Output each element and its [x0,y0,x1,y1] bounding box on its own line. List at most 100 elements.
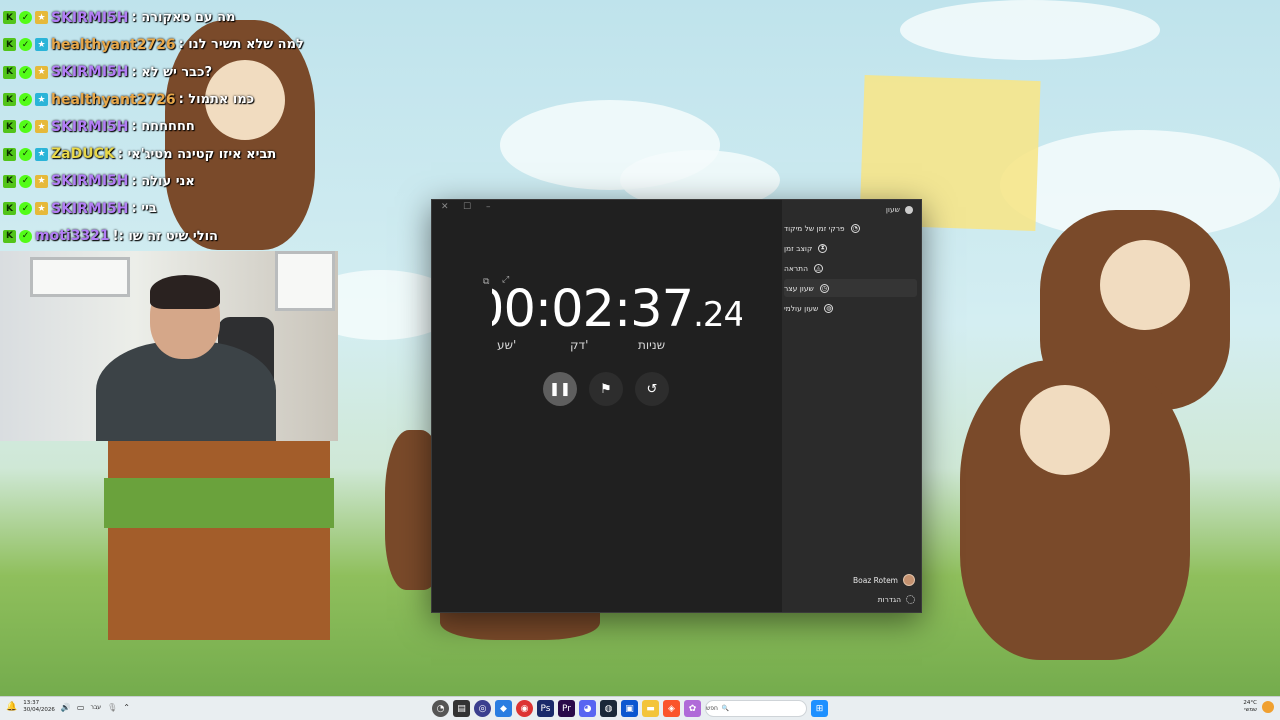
hourglass-icon: ⧗ [818,243,828,253]
flag-icon: ⚑ [600,381,612,397]
kick-badge-icon: K [3,120,16,134]
chevron-up-icon[interactable]: ⌃ [123,703,130,712]
settings-label: הגדרות [877,595,901,604]
app-icon-12[interactable]: ◈ [663,700,680,717]
verified-badge-icon: ✓ [19,93,32,107]
compact-overlay-icon[interactable]: ⧉ [483,277,489,287]
app-icon-7[interactable]: Pr [558,700,575,717]
grass-top [104,478,334,528]
pause-button[interactable]: ❚❚ [543,372,577,406]
volume-icon[interactable]: 🔊 [61,703,71,712]
character-face [1100,240,1190,330]
nav-item-globe[interactable]: ◍ שעון עולמי [784,299,917,317]
chat-message: K ✓ ★ healthyant2726 כמו אתמול : [0,86,320,113]
chat-username[interactable]: ZaDUCK [51,146,115,162]
label-seconds: שניות [638,338,666,352]
chat-overlay: K ✓ ★ SKIRMI5H מה עם סאקורה : K ✓ ★ healthyant27… [0,4,320,250]
chat-message: K ✓ ★ SKIRMI5H אני עולה : [0,168,320,195]
network-icon[interactable]: ▭ [77,703,85,712]
nav-item-label: שעון עולמי [784,303,819,313]
taskbar-weather[interactable]: 24°C שמשי [1243,700,1274,714]
chat-text: למה שלא תשיר לנו : [178,37,304,53]
subscriber-badge-icon: ★ [35,11,48,25]
nav-item-focus[interactable]: ◔ פרקי זמן של מיקוד [784,219,917,237]
app-icon-9[interactable]: ◍ [600,700,617,717]
chat-username[interactable]: healthyant2726 [51,37,176,53]
nav-item-label: שעון עצר [784,283,814,293]
chat-username[interactable]: SKIRMI5H [51,64,129,80]
clock-app-window: ✕ ☐ – ⧉ ⤢ 00:02:37.24 שע' דק' שניות ❚❚ ⚑… [431,199,922,613]
stopwatch-icon: ◷ [819,283,829,293]
app-title: שעון [886,205,913,214]
maximize-icon[interactable]: ☐ [463,202,471,212]
app-icon-5[interactable]: ◉ [516,700,533,717]
app-icon-6[interactable]: Ps [537,700,554,717]
subscriber-badge-icon: ★ [35,65,48,79]
taskbar-time: 13:37 [23,700,40,706]
chat-text: אני עולה : [131,173,195,189]
taskbar-date: 30/04/2026 [23,707,55,713]
chat-username[interactable]: moti3321 [35,228,110,244]
stopwatch-time-fraction: .24 [693,295,742,335]
chat-username[interactable]: healthyant2726 [51,92,176,108]
clock-nav-pane: שעון ◔ פרקי זמן של מיקוד ⧗ קוצב זמן ◬ התראה ◷ ש… [782,200,921,612]
chat-message: K ✓ ★ healthyant2726 למה שלא תשיר לנו : [0,31,320,58]
taskbar-apps: ◔ ▤ ◎ ◆ ◉ Ps Pr ◕ ◍ ▣ ▬ ◈ ✿ 🔍 חפש ⊞ [432,700,828,717]
weather-text: שמשי [1244,707,1257,713]
chat-text: מה עם סאקורה : [131,10,236,26]
folder-icon[interactable]: ▬ [642,700,659,717]
verified-badge-icon: ✓ [19,202,32,216]
kick-badge-icon: K [3,147,16,161]
nav-item-hourglass[interactable]: ⧗ קוצב זמן [784,239,917,257]
character-face [1020,385,1110,475]
reset-icon: ↺ [646,381,658,397]
nav-item-stopwatch[interactable]: ◷ שעון עצר [784,279,917,297]
app-icon-8[interactable]: ◕ [579,700,596,717]
chat-message: K ✓ ★ SKIRMI5H חחחחחח : [0,113,320,140]
chat-username[interactable]: SKIRMI5H [51,201,129,217]
chat-text: כמו אתמול : [178,92,255,108]
lap-button[interactable]: ⚑ [589,372,623,406]
settings-button[interactable]: הגדרות [878,595,915,604]
app-icon-2[interactable]: ▤ [453,700,470,717]
app-icon-3[interactable]: ◎ [474,700,491,717]
windows-start-icon[interactable]: ⊞ [811,700,828,717]
pause-icon: ❚❚ [549,381,571,397]
webcam-window [30,257,130,297]
taskbar-search[interactable]: 🔍 חפש [705,700,807,717]
chat-message: K ✓ ★ SKIRMI5H מה עם סאקורה : [0,4,320,31]
profile-button[interactable]: Boaz Rotem [853,574,915,586]
mic-icon[interactable]: 🎙 [107,703,117,712]
nav-item-bell[interactable]: ◬ התראה [784,259,917,277]
kick-badge-icon: K [3,11,16,25]
taskbar-clock[interactable]: 13:37 30/04/2026 [23,700,55,714]
app-icon-10[interactable]: ▣ [621,700,638,717]
chat-username[interactable]: SKIRMI5H [51,173,129,189]
app-icon-4[interactable]: ◆ [495,700,512,717]
minimize-icon[interactable]: – [486,202,491,212]
kick-badge-icon: K [3,65,16,79]
kick-badge-icon: K [3,38,16,52]
subscriber-badge-icon: ★ [35,38,48,52]
chat-message: K ✓ ★ SKIRMI5H ביי : [0,195,320,222]
chat-username[interactable]: SKIRMI5H [51,10,129,26]
weather-temp: 24°C [1243,700,1257,706]
taskbar: 🔔 13:37 30/04/2026 🔊 ▭ עבר 🎙 ⌃ ◔ ▤ ◎ ◆ ◉… [0,696,1280,720]
stopwatch-panel: ✕ ☐ – ⧉ ⤢ 00:02:37.24 שע' דק' שניות ❚❚ ⚑… [432,200,783,612]
close-icon[interactable]: ✕ [441,202,449,212]
gear-icon [906,595,915,604]
chat-username[interactable]: SKIRMI5H [51,119,129,135]
dirt-block [108,440,330,640]
language-indicator[interactable]: עבר [90,704,101,711]
verified-badge-icon: ✓ [19,65,32,79]
globe-icon: ◍ [824,303,834,313]
app-icon-1[interactable]: ◔ [432,700,449,717]
verified-badge-icon: ✓ [19,120,32,134]
app-icon-13[interactable]: ✿ [684,700,701,717]
chat-text: חחחחחח : [131,119,195,135]
reset-button[interactable]: ↺ [635,372,669,406]
focus-icon: ◔ [850,223,860,233]
notification-icon[interactable]: 🔔 [6,702,17,712]
subscriber-badge-icon: ★ [35,120,48,134]
chat-text: ביי : [131,201,157,217]
